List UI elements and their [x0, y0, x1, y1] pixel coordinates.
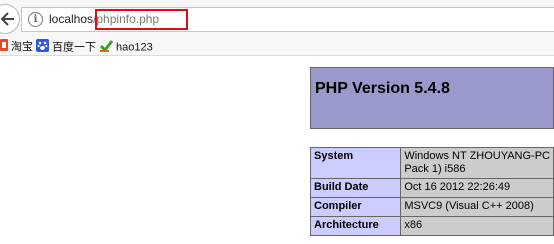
baidu-paw-icon — [36, 39, 49, 57]
bookmark-label: hao123 — [116, 41, 153, 54]
bookmark-hao123[interactable]: hao123 — [99, 39, 153, 57]
bookmark-label: 淘宝 — [11, 41, 33, 53]
table-row: Build Date Oct 16 2012 22:26:49 — [309, 178, 554, 198]
table-row: Architecture x86 — [309, 216, 554, 236]
site-info-icon[interactable]: i — [28, 12, 43, 27]
bookmarks-bar: 淘宝 百度一下 hao123 — [0, 38, 554, 56]
php-version-title: PHP Version 5.4.8 — [315, 80, 450, 97]
bookmark-baidu[interactable]: 百度一下 — [36, 39, 96, 54]
back-button[interactable] — [0, 4, 20, 34]
table-row: Compiler MSVC9 (Visual C++ 2008) — [309, 197, 554, 217]
row-key: System — [309, 147, 402, 179]
table-row: System Windows NT ZHOUYANG-PC Pack 1) i5… — [309, 147, 554, 179]
back-arrow-icon — [1, 12, 14, 26]
phpinfo-table: System Windows NT ZHOUYANG-PC Pack 1) i5… — [309, 147, 554, 236]
url-highlight-annotation — [95, 9, 188, 30]
browser-toolbar: i localhos/phpinfo.php — [0, 0, 554, 38]
row-key: Compiler — [309, 197, 402, 217]
taobao-icon — [0, 39, 8, 56]
row-value: MSVC9 (Visual C++ 2008) — [400, 197, 554, 217]
row-value-line: Pack 1) i586 — [404, 163, 466, 175]
bookmark-taobao[interactable]: 淘宝 — [0, 39, 33, 54]
url-host: localhos — [49, 12, 94, 26]
row-key: Architecture — [309, 216, 402, 236]
address-bar[interactable]: i localhos/phpinfo.php — [21, 7, 554, 32]
bookmark-label: 百度一下 — [52, 41, 96, 54]
row-value: x86 — [400, 216, 554, 236]
row-key: Build Date — [309, 178, 402, 198]
row-value: Windows NT ZHOUYANG-PC Pack 1) i586 — [400, 147, 554, 179]
hao123-icon — [99, 39, 114, 57]
phpinfo-header: PHP Version 5.4.8 — [310, 67, 554, 129]
row-value: Oct 16 2012 22:26:49 — [400, 178, 554, 198]
row-value-line: Windows NT ZHOUYANG-PC — [404, 150, 550, 162]
